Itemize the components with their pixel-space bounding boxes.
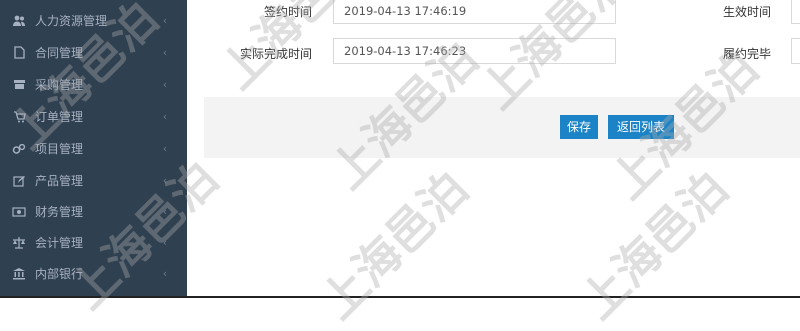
sidebar-item-order[interactable]: 订单管理 ‹ — [0, 101, 187, 132]
fulfilled-label: 履约完毕 — [723, 47, 772, 61]
sidebar-item-label: 产品管理 — [35, 174, 84, 188]
sidebar-item-label: 采购管理 — [35, 78, 84, 92]
fulfilled-field[interactable] — [791, 38, 800, 64]
sign-time-label: 签约时间 — [263, 5, 312, 19]
sign-time-field[interactable]: 2019-04-13 17:46:19 — [333, 0, 616, 24]
users-icon — [12, 14, 26, 28]
chevron-left-icon: ‹ — [162, 46, 168, 59]
sidebar-item-label: 会计管理 — [35, 236, 84, 250]
main-content: 签约时间 2019-04-13 17:46:19 生效时间 实际完成时间 201… — [187, 0, 800, 296]
chevron-left-icon: ‹ — [162, 236, 168, 249]
effective-time-label: 生效时间 — [723, 5, 772, 19]
cart-icon — [12, 110, 26, 124]
money-icon — [12, 205, 26, 219]
sidebar-item-purchase[interactable]: 采购管理 ‹ — [0, 69, 187, 100]
bank-icon — [12, 267, 26, 281]
balance-icon — [12, 236, 26, 250]
chevron-left-icon: ‹ — [162, 142, 168, 155]
file-icon — [12, 46, 26, 60]
actual-finish-time-label: 实际完成时间 — [239, 47, 312, 61]
sidebar-item-product[interactable]: 产品管理 ‹ — [0, 165, 187, 196]
sidebar-item-label: 订单管理 — [35, 110, 84, 124]
edit-icon — [12, 174, 26, 188]
chevron-left-icon: ‹ — [162, 110, 168, 123]
sidebar-nav: 人力资源管理 ‹ 合同管理 ‹ 采购管理 ‹ 订单管理 ‹ 项目管理 ‹ 产品管… — [0, 0, 187, 296]
back-to-list-button[interactable]: 返回列表 — [608, 115, 674, 139]
sidebar-item-label: 财务管理 — [35, 205, 84, 219]
effective-time-field[interactable] — [791, 0, 800, 24]
form-action-bar: 保存 返回列表 — [204, 97, 800, 158]
gears-icon — [12, 142, 26, 156]
actual-finish-time-field[interactable]: 2019-04-13 17:46:23 — [333, 38, 616, 64]
save-button[interactable]: 保存 — [560, 115, 598, 139]
sidebar-item-project[interactable]: 项目管理 ‹ — [0, 133, 187, 164]
sidebar-item-label: 项目管理 — [35, 142, 84, 156]
chevron-left-icon: ‹ — [162, 78, 168, 91]
chevron-left-icon: ‹ — [162, 14, 168, 27]
sidebar-item-label: 合同管理 — [35, 46, 84, 60]
sidebar-item-accounting[interactable]: 会计管理 ‹ — [0, 227, 187, 258]
sidebar-item-label: 内部银行 — [35, 267, 84, 281]
sidebar-item-contract[interactable]: 合同管理 ‹ — [0, 37, 187, 68]
sidebar-item-internal-bank[interactable]: 内部银行 ‹ — [0, 258, 187, 289]
cart-box-icon — [12, 78, 26, 92]
chevron-left-icon: ‹ — [162, 174, 168, 187]
sidebar-item-label: 人力资源管理 — [35, 14, 108, 28]
sidebar-item-finance[interactable]: 财务管理 ‹ — [0, 196, 187, 227]
chevron-left-icon: ‹ — [162, 205, 168, 218]
sidebar-item-hr[interactable]: 人力资源管理 ‹ — [0, 5, 187, 36]
chevron-left-icon: ‹ — [162, 267, 168, 280]
